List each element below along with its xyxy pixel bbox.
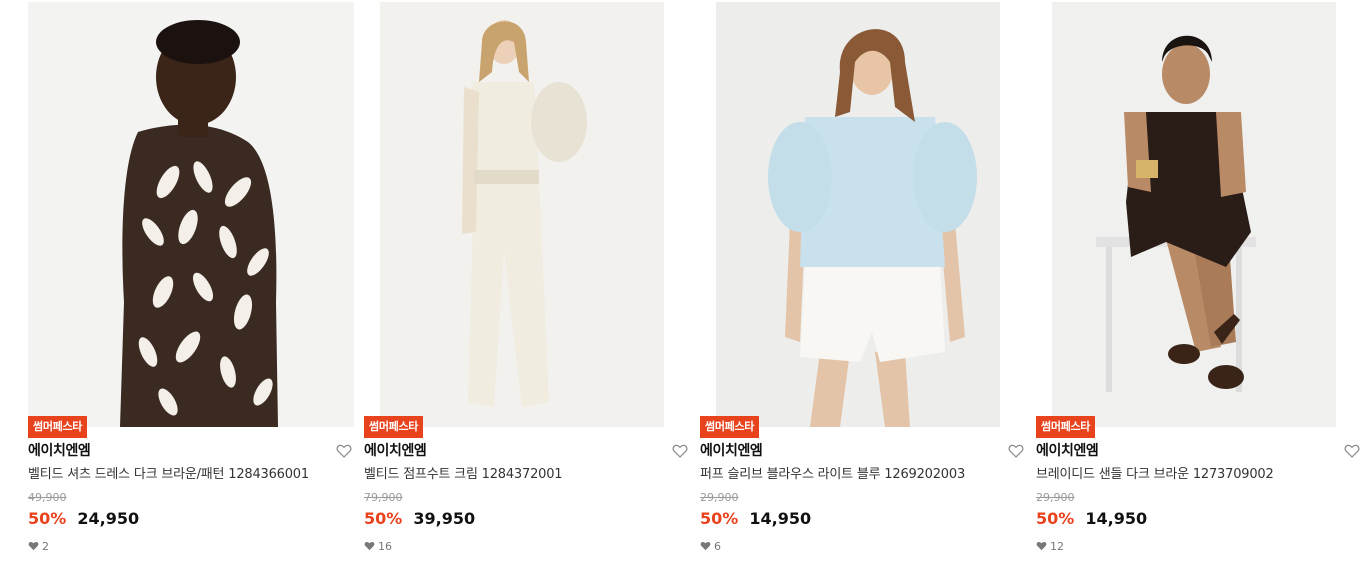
sale-price: 39,950 xyxy=(413,509,476,528)
promo-badge: 썸머페스타 xyxy=(1036,416,1096,438)
wishlist-heart-icon[interactable] xyxy=(1344,443,1360,459)
heart-filled-icon xyxy=(700,542,711,551)
brand-name[interactable]: 에이치엔엠 xyxy=(700,442,763,460)
product-photo[interactable] xyxy=(364,2,690,427)
brand-name[interactable]: 에이치엔엠 xyxy=(364,442,427,460)
product-card[interactable]: 썸머페스타 에이치엔엠 벨티드 점프수트 크림 1284372001 79,90… xyxy=(364,2,690,562)
promo-badge: 썸머페스타 xyxy=(28,416,88,438)
product-grid: 썸머페스타 에이치엔엠 벨티드 셔츠 드레스 다크 브라운/패턴 1284366… xyxy=(0,0,1364,563)
wishlist-heart-icon[interactable] xyxy=(336,443,352,459)
like-count-value: 2 xyxy=(42,539,49,553)
sale-price: 24,950 xyxy=(77,509,140,528)
product-name[interactable]: 브레이디드 샌들 다크 브라운 1273709002 xyxy=(1036,466,1356,484)
product-photo[interactable] xyxy=(700,2,1026,427)
original-price: 49,900 xyxy=(28,491,67,504)
price-row: 50% 24,950 xyxy=(28,508,139,530)
heart-filled-icon xyxy=(1036,542,1047,551)
like-count-value: 16 xyxy=(378,539,392,553)
original-price: 29,900 xyxy=(700,491,739,504)
discount-rate: 50% xyxy=(700,509,739,528)
product-photo[interactable] xyxy=(1036,2,1362,427)
heart-filled-icon xyxy=(28,542,39,551)
product-card[interactable]: 썸머페스타 에이치엔엠 벨티드 셔츠 드레스 다크 브라운/패턴 1284366… xyxy=(28,2,354,562)
product-name[interactable]: 벨티드 점프수트 크림 1284372001 xyxy=(364,466,684,484)
discount-rate: 50% xyxy=(364,509,403,528)
wishlist-heart-icon[interactable] xyxy=(672,443,688,459)
price-row: 50% 14,950 xyxy=(700,508,811,530)
like-count-value: 12 xyxy=(1050,539,1064,553)
like-count: 6 xyxy=(700,539,721,553)
sale-price: 14,950 xyxy=(1085,509,1148,528)
like-count-value: 6 xyxy=(714,539,721,553)
promo-badge: 썸머페스타 xyxy=(700,416,760,438)
sale-price: 14,950 xyxy=(749,509,812,528)
discount-rate: 50% xyxy=(28,509,67,528)
original-price: 79,900 xyxy=(364,491,403,504)
wishlist-heart-icon[interactable] xyxy=(1008,443,1024,459)
original-price: 29,900 xyxy=(1036,491,1075,504)
like-count: 12 xyxy=(1036,539,1064,553)
product-card[interactable]: 썸머페스타 에이치엔엠 퍼프 슬리브 블라우스 라이트 블루 126920200… xyxy=(700,2,1026,562)
price-row: 50% 39,950 xyxy=(364,508,475,530)
product-name[interactable]: 퍼프 슬리브 블라우스 라이트 블루 1269202003 xyxy=(700,466,1020,484)
like-count: 16 xyxy=(364,539,392,553)
promo-badge: 썸머페스타 xyxy=(364,416,424,438)
heart-filled-icon xyxy=(364,542,375,551)
product-card[interactable]: 썸머페스타 에이치엔엠 브레이디드 샌들 다크 브라운 1273709002 2… xyxy=(1036,2,1362,562)
brand-name[interactable]: 에이치엔엠 xyxy=(1036,442,1099,460)
price-row: 50% 14,950 xyxy=(1036,508,1147,530)
product-name[interactable]: 벨티드 셔츠 드레스 다크 브라운/패턴 1284366001 xyxy=(28,466,348,484)
like-count: 2 xyxy=(28,539,49,553)
discount-rate: 50% xyxy=(1036,509,1075,528)
product-photo[interactable] xyxy=(28,2,354,427)
brand-name[interactable]: 에이치엔엠 xyxy=(28,442,91,460)
